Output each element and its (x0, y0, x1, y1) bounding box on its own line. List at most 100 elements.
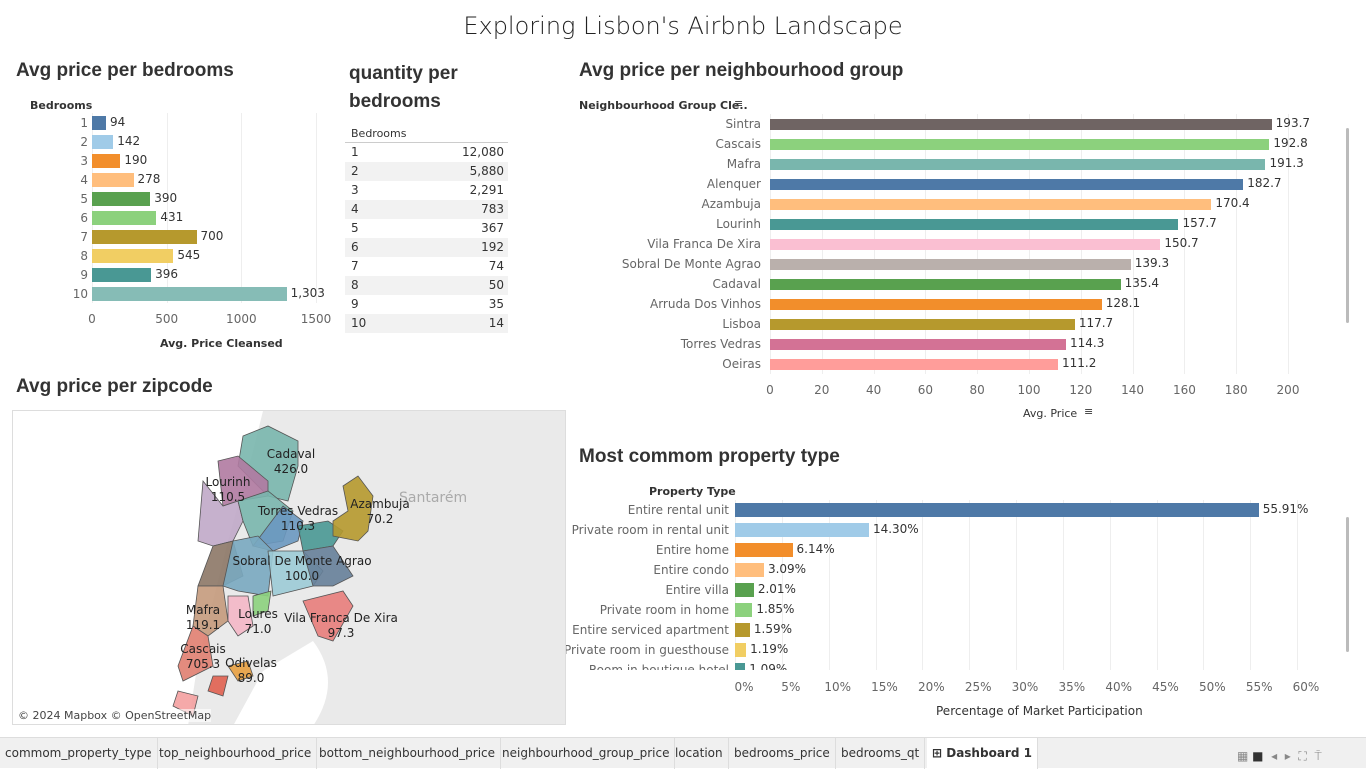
category-label: Entire condo (653, 563, 729, 577)
map-title: Avg price per zipcode (16, 376, 213, 397)
category-label: Entire villa (665, 583, 729, 597)
region-name: Loures (238, 607, 278, 621)
bar (735, 603, 753, 617)
map-region-label: Mafra 119.1 (186, 603, 220, 633)
value-label: 2.01% (757, 582, 796, 596)
value-label: 6.14% (796, 542, 835, 556)
map-region-label: Odivelas 89.0 (225, 656, 277, 686)
map-region-label: Cadaval 426.0 (267, 447, 316, 477)
axis-tick-label: 15% (871, 680, 898, 694)
region-value: 89.0 (237, 671, 265, 685)
gridline (1250, 500, 1252, 670)
bar (735, 543, 793, 557)
sheet-tabs: commom_property_type top_neighbourhood_pr… (0, 737, 1366, 769)
gridline (1062, 500, 1064, 670)
region-name: Sobral De Monte Agrao (232, 554, 372, 568)
bar (735, 623, 750, 637)
sheet-tab-label: bedrooms_qt (841, 746, 920, 760)
sheet-tab[interactable]: neighbourhood_group_price (497, 738, 676, 769)
sheet-tab[interactable]: location (670, 738, 729, 769)
sheet-tab[interactable]: ⊞ Dashboard 1 (927, 738, 1038, 769)
axis-tick-label: 30% (1011, 680, 1039, 694)
sheet-tab[interactable]: top_neighbourhood_price (154, 738, 318, 769)
gridline (1016, 500, 1017, 670)
axis-tick-label: 25% (964, 680, 992, 694)
axis-tick-label: 45% (1152, 680, 1179, 694)
sheet-tab-label: bedrooms_price (734, 746, 830, 760)
bar (735, 563, 764, 577)
bar (735, 663, 746, 670)
region-name: Torres Vedras (257, 504, 339, 518)
value-label: 1.19% (750, 642, 789, 656)
sheet-tab[interactable]: bedrooms_price (729, 738, 836, 769)
sheet-tab[interactable]: bedrooms_qt (836, 738, 926, 769)
value-label: 1.09% (749, 662, 788, 670)
category-label: Private room in rental unit (571, 523, 729, 537)
sheet-tab-label: top_neighbourhood_price (159, 746, 312, 760)
region-value: 110.3 (280, 519, 316, 533)
region-value: 71.0 (244, 622, 272, 636)
gridline (922, 500, 924, 670)
value-label: 3.09% (767, 562, 807, 576)
region-name: Cadaval (266, 447, 316, 461)
axis-tick-label: 0% (734, 680, 754, 694)
map-region-label: Vila Franca De Xira 97.3 (284, 611, 398, 641)
map-region-label: Azambuja 70.2 (350, 497, 409, 527)
bar (735, 583, 754, 597)
category-label: Private room in guesthouse (563, 643, 729, 657)
map-attribution[interactable]: © 2024 Mapbox © OpenStreetMap (18, 709, 212, 722)
axis-tick-label: 20% (917, 680, 945, 694)
region-name: Cascais (180, 642, 226, 656)
category-label: Private room in home (599, 603, 729, 617)
sheet-tab-label: Dashboard 1 (946, 746, 1032, 760)
bar (735, 503, 1259, 517)
region-name: Mafra (185, 603, 221, 617)
region-name: Odivelas (225, 656, 277, 670)
sheet-tab-label: commom_property_type (5, 746, 152, 760)
map-region-label: Sobral De Monte Agrao 100.0 (232, 554, 371, 584)
map-region-label: Torres Vedras 110.3 (258, 504, 338, 534)
region-value: 119.1 (185, 618, 221, 632)
property-scrollbar[interactable] (1346, 517, 1349, 652)
gridline (1203, 500, 1205, 670)
category-label: Entire rental unit (627, 503, 729, 517)
gridline (1109, 500, 1111, 670)
category-label: Entire serviced apartment (572, 623, 729, 637)
axis-tick-label: 50% (1198, 680, 1226, 694)
axis-tick-label: 55% (1245, 680, 1273, 694)
axis-tick-label: 10% (824, 680, 851, 694)
sheet-tab-label: neighbourhood_group_price (502, 746, 670, 760)
sheet-tab[interactable]: commom_property_type (0, 738, 158, 769)
axis-tick-label: 40% (1105, 680, 1132, 694)
region-name: Vila Franca De Xira (284, 611, 398, 625)
region-name: Azambuja (350, 497, 410, 511)
region-value: 70.2 (366, 512, 394, 526)
map-region-label: Lourinh 110.5 (206, 475, 251, 505)
region-value: 97.3 (327, 626, 355, 640)
axis-tick-label: 35% (1058, 680, 1086, 694)
sheet-tab[interactable]: bottom_neighbourhood_price (314, 738, 502, 769)
category-label: Entire home (655, 543, 729, 557)
region-value: 100.0 (284, 569, 320, 583)
region-name: Lourinh (205, 475, 251, 489)
value-label: 55.91% (1262, 502, 1309, 516)
property-xlabel: Percentage of Market Participation (936, 704, 1143, 718)
value-label: 14.30% (872, 522, 919, 536)
region-value: 426.0 (273, 462, 309, 476)
show-sheets-icons[interactable]: ▦ ■ ◂ ▸ ⛶ ⍑ (1237, 749, 1322, 764)
category-label: Room in boutique hotel (588, 663, 729, 670)
region-value: 110.5 (210, 490, 246, 504)
gridline (1297, 500, 1298, 670)
sheet-tab-label: bottom_neighbourhood_price (319, 746, 496, 760)
zipcode-map[interactable]: Santarém Cadaval 426.0 Lourinh 110.5 Torres … (12, 410, 566, 725)
axis-tick-label: 60% (1292, 680, 1320, 694)
gridline (1156, 500, 1158, 670)
sheet-tab-label: location (675, 746, 723, 760)
bar (735, 523, 869, 537)
map-region-label: Cascais 705.3 (180, 642, 226, 672)
map-region-label: Loures 71.0 (238, 607, 278, 637)
value-label: 1.59% (753, 622, 793, 636)
gridline (969, 500, 971, 670)
region-value: 705.3 (185, 657, 221, 671)
value-label: 1.85% (756, 602, 795, 616)
